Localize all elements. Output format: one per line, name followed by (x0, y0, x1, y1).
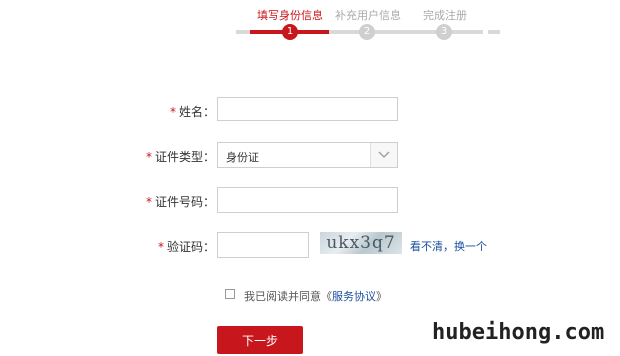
id-type-select[interactable]: 身份证 (217, 142, 398, 168)
chevron-down-icon[interactable] (370, 143, 397, 167)
name-input[interactable] (217, 97, 398, 121)
id-number-input[interactable] (217, 187, 398, 213)
captcha-label: * 验证码： (157, 240, 215, 254)
required-mark: * (145, 150, 152, 164)
captcha-image[interactable]: ukx3q7 (320, 232, 402, 254)
next-step-button[interactable]: 下一步 (217, 326, 303, 354)
required-mark: * (157, 240, 164, 254)
site-watermark: hubeihong.com (432, 320, 605, 345)
agreement-text: 我已阅读并同意《服务协议》 (244, 290, 387, 303)
name-label: * 姓名： (169, 105, 215, 119)
step-track-tail (488, 30, 500, 34)
step-3-label: 完成注册 (423, 9, 467, 22)
captcha-refresh-link[interactable]: 看不清，换一个 (410, 238, 487, 254)
step-2-number: 2 (359, 24, 375, 40)
agree-checkbox[interactable] (225, 289, 235, 299)
step-2-label: 补充用户信息 (335, 9, 401, 22)
step-track-lead (236, 30, 250, 34)
required-mark: * (145, 195, 152, 209)
step-1-label: 填写身份信息 (257, 9, 323, 22)
id-type-label: * 证件类型： (145, 150, 215, 164)
id-type-value: 身份证 (226, 151, 259, 164)
registration-stepper: 填写身份信息 补充用户信息 完成注册 1 2 3 (0, 0, 620, 48)
required-mark: * (169, 105, 176, 119)
step-1-number: 1 (282, 24, 298, 40)
service-agreement-link[interactable]: 服务协议 (332, 290, 376, 303)
step-3-number: 3 (436, 24, 452, 40)
id-number-label: * 证件号码： (145, 195, 215, 209)
captcha-input[interactable] (217, 232, 309, 258)
